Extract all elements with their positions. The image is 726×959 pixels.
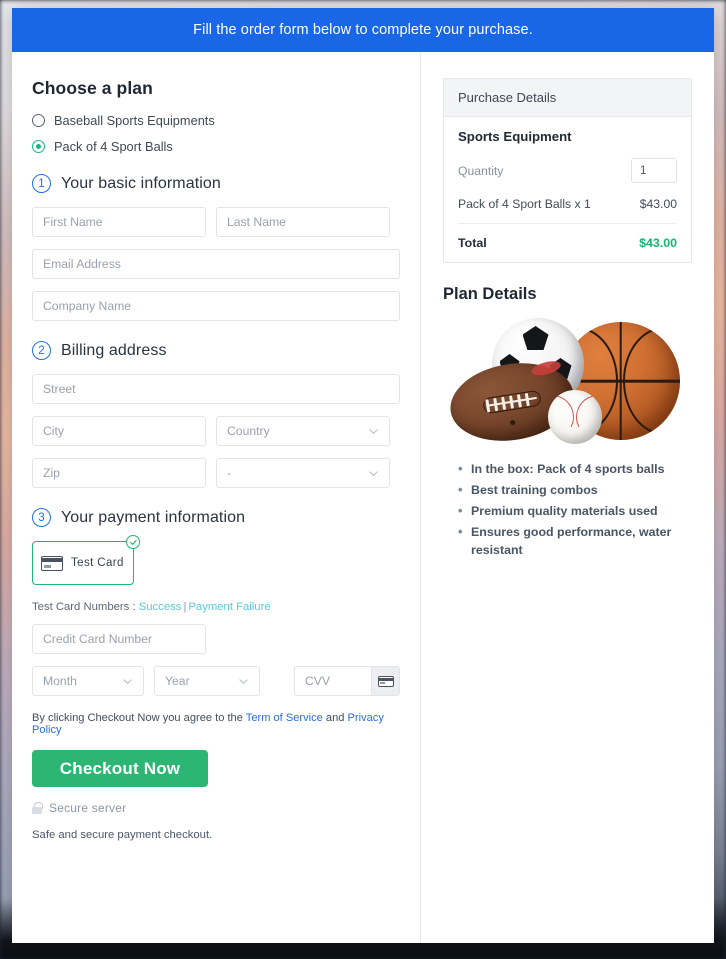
line-item-price: $43.00 [639,197,677,211]
total-label: Total [458,236,487,250]
cvv-hint-button[interactable] [371,667,399,695]
chevron-down-icon [122,676,133,687]
step-billing-address: 2 Billing address [32,341,400,360]
plan-option-baseball-label: Baseball Sports Equipments [54,113,215,128]
banner-text: Fill the order form below to complete yo… [193,22,533,38]
credit-card-number-input[interactable]: Credit Card Number [32,624,206,654]
list-item: Premium quality materials used [458,501,692,521]
street-input[interactable]: Street [32,374,400,404]
expiry-month-select[interactable]: Month [32,666,144,696]
step-number-2: 2 [32,341,51,360]
first-name-input[interactable]: First Name [32,207,206,237]
list-item: Ensures good performance, water resistan… [458,522,692,561]
plan-option-baseball[interactable]: Baseball Sports Equipments [32,113,400,128]
test-card-numbers-row: Test Card Numbers : Success | Payment Fail… [32,601,400,613]
street-field-row: Street [32,374,400,404]
step-payment-information: 3 Your payment information [32,508,400,527]
secure-server-label: Secure server [49,801,127,815]
credit-card-icon [377,675,394,687]
secure-server-row: Secure server [32,801,400,815]
step-number-3: 3 [32,508,51,527]
cvv-field[interactable]: CVV [294,666,400,696]
checkout-now-button[interactable]: Checkout Now [32,750,208,787]
line-item-label: Pack of 4 Sport Balls x 1 [458,197,591,211]
test-card-success-link[interactable]: Success [139,601,182,613]
company-name-input[interactable]: Company Name [32,291,400,321]
plan-features-list: In the box: Pack of 4 sports balls Best … [443,459,692,561]
test-card-numbers-label: Test Card Numbers : [32,601,136,613]
step-number-1: 1 [32,174,51,193]
card-expiry-cvv-row: Month Year CVV [32,666,400,696]
purchase-details-column: Purchase Details Sports Equipment Quanti… [421,52,714,943]
zip-input[interactable]: Zip [32,458,206,488]
email-field-row: Email Address [32,249,400,279]
list-item: In the box: Pack of 4 sports balls [458,459,692,479]
state-select-value: - [227,466,232,480]
list-item: Best training combos [458,480,692,500]
plan-option-pack4[interactable]: Pack of 4 Sport Balls [32,139,400,154]
chevron-down-icon [368,468,379,479]
test-card-failure-link[interactable]: Payment Failure [188,601,270,613]
sports-balls-image [444,318,686,450]
expiry-year-select[interactable]: Year [154,666,260,696]
purchase-details-header: Purchase Details [444,79,691,117]
purchase-details-body: Sports Equipment Quantity 1 Pack of 4 Sp… [444,117,691,262]
total-price: $43.00 [639,236,677,250]
page-banner: Fill the order form below to complete yo… [12,8,714,52]
term-of-service-link[interactable]: Term of Service [246,712,323,724]
expiry-month-value: Month [43,674,77,688]
radio-icon-pack4-selected[interactable] [32,140,45,153]
checkout-card: Fill the order form below to complete yo… [12,8,714,943]
baseball-graphic [547,390,602,444]
terms-prefix: By clicking Checkout Now you agree to th… [32,712,246,724]
check-circle-icon [126,535,140,549]
last-name-input[interactable]: Last Name [216,207,390,237]
terms-middle: and [322,712,348,724]
city-input[interactable]: City [32,416,206,446]
quantity-input[interactable]: 1 [631,158,677,183]
company-field-row: Company Name [32,291,400,321]
state-select[interactable]: - [216,458,390,488]
safe-checkout-note: Safe and secure payment checkout. [32,829,213,841]
step-title-billing: Billing address [61,341,167,359]
expiry-year-value: Year [165,674,190,688]
payment-method-test-card[interactable]: Test Card [32,535,140,585]
name-field-row: First Name Last Name [32,207,400,237]
order-form-column: Choose a plan Baseball Sports Equipments… [12,52,421,943]
purchase-details-box: Purchase Details Sports Equipment Quanti… [443,78,692,263]
step-basic-information: 1 Your basic information [32,174,400,193]
payment-method-label: Test Card [71,557,124,569]
checkout-body: Choose a plan Baseball Sports Equipments… [12,52,714,943]
country-select-value: Country [227,424,270,438]
total-row: Total $43.00 [458,224,677,250]
zip-state-row: Zip - [32,458,400,488]
terms-text: By clicking Checkout Now you agree to th… [32,712,400,736]
card-number-row: Credit Card Number [32,624,400,654]
step-title-payment: Your payment information [61,508,246,526]
email-input[interactable]: Email Address [32,249,400,279]
city-country-row: City Country [32,416,400,446]
chevron-down-icon [238,676,249,687]
radio-icon-baseball[interactable] [32,114,45,127]
country-select[interactable]: Country [216,416,390,446]
chevron-down-icon [368,426,379,437]
line-item-row: Pack of 4 Sport Balls x 1 $43.00 [458,197,677,224]
step-title-basic: Your basic information [61,174,221,192]
choose-plan-heading: Choose a plan [32,78,153,98]
quantity-label: Quantity [458,163,504,178]
cvv-input[interactable]: CVV [295,667,371,695]
credit-card-icon [41,555,63,571]
plan-details-heading: Plan Details [443,285,537,303]
product-title: Sports Equipment [458,129,572,144]
quantity-row: Quantity 1 [458,158,677,183]
lock-icon [32,802,43,814]
plan-option-pack4-label: Pack of 4 Sport Balls [54,139,173,154]
